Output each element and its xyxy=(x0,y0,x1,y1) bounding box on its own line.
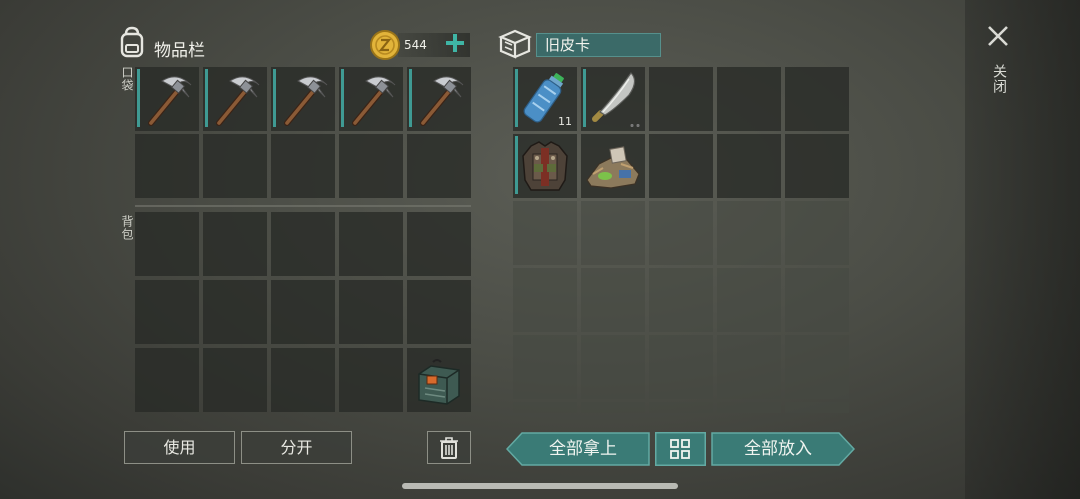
container-slot-locked[interactable] xyxy=(649,335,713,399)
close-icon[interactable] xyxy=(986,24,1010,48)
pocket-slot[interactable] xyxy=(339,134,403,198)
split-button[interactable]: 分开 xyxy=(241,431,352,464)
container-slot-locked[interactable] xyxy=(513,402,577,413)
coin-amount: 544 xyxy=(404,38,427,52)
backpack-slot[interactable] xyxy=(135,348,199,412)
pocket-slot[interactable] xyxy=(203,67,267,131)
right-sidebar xyxy=(965,0,1080,499)
durability-bar xyxy=(341,69,344,127)
trash-icon xyxy=(440,437,458,459)
pocket-slot[interactable] xyxy=(407,134,471,198)
item-quantity: 11 xyxy=(558,115,572,128)
container-name: 旧皮卡 xyxy=(536,33,661,57)
container-slot-locked[interactable] xyxy=(717,402,781,413)
backpack-slot[interactable] xyxy=(407,348,471,412)
crate-icon xyxy=(497,27,533,59)
take-all-button[interactable]: 全部拿上 xyxy=(506,432,650,466)
durability-bar xyxy=(583,69,586,127)
container-slot[interactable] xyxy=(785,134,849,198)
put-all-button[interactable]: 全部放入 xyxy=(711,432,855,466)
backpack-slot[interactable] xyxy=(407,212,471,276)
close-label[interactable]: 关闭 xyxy=(989,64,1009,94)
take-all-label: 全部拿上 xyxy=(549,439,617,459)
container-slot-locked[interactable] xyxy=(649,268,713,332)
pocket-slot[interactable] xyxy=(407,67,471,131)
pocket-slot[interactable] xyxy=(339,67,403,131)
container-slot[interactable] xyxy=(717,67,781,131)
use-button[interactable]: 使用 xyxy=(124,431,235,464)
backpack-label: 背包 xyxy=(120,215,134,241)
container-slot[interactable] xyxy=(513,134,577,198)
container-slot-locked[interactable] xyxy=(581,268,645,332)
container-slot[interactable] xyxy=(717,134,781,198)
backpack-slot[interactable] xyxy=(271,280,335,344)
coin-icon xyxy=(370,30,400,60)
home-indicator[interactable] xyxy=(402,483,678,489)
condition-dots xyxy=(629,124,641,127)
container-slot-locked[interactable] xyxy=(717,335,781,399)
backpack-slot[interactable] xyxy=(271,212,335,276)
backpack-icon xyxy=(117,26,147,58)
backpack-slot[interactable] xyxy=(339,348,403,412)
durability-bar xyxy=(409,69,412,127)
pocket-slot[interactable] xyxy=(271,67,335,131)
container-slot-locked[interactable] xyxy=(785,268,849,332)
backpack-slot[interactable] xyxy=(339,212,403,276)
container-slot-locked[interactable] xyxy=(785,201,849,265)
container-slot[interactable] xyxy=(785,67,849,131)
container-slot-locked[interactable] xyxy=(785,402,849,413)
backpack-slot[interactable] xyxy=(407,280,471,344)
container-slot[interactable] xyxy=(649,67,713,131)
backpack-slot[interactable] xyxy=(135,212,199,276)
trash-button[interactable] xyxy=(427,431,471,464)
pocket-slot[interactable] xyxy=(135,134,199,198)
container-slot[interactable] xyxy=(581,67,645,131)
container-slot-locked[interactable] xyxy=(513,335,577,399)
durability-bar xyxy=(205,69,208,127)
durability-bar xyxy=(137,69,140,127)
backpack-slot[interactable] xyxy=(135,280,199,344)
container-slot-locked[interactable] xyxy=(513,268,577,332)
backpack-slot[interactable] xyxy=(271,348,335,412)
container-slot-locked[interactable] xyxy=(581,402,645,413)
container-slot-locked[interactable] xyxy=(513,201,577,265)
put-all-label: 全部放入 xyxy=(744,439,812,459)
add-coins-button[interactable] xyxy=(444,32,466,56)
container-slot-locked[interactable] xyxy=(649,402,713,413)
container-slot-locked[interactable] xyxy=(717,268,781,332)
durability-bar xyxy=(515,69,518,127)
container-slot-locked[interactable] xyxy=(649,201,713,265)
durability-bar xyxy=(273,69,276,127)
inventory-title: 物品栏 xyxy=(154,41,205,61)
grid-view-button[interactable] xyxy=(655,432,706,466)
container-slot-locked[interactable] xyxy=(581,201,645,265)
container-slot-locked[interactable] xyxy=(581,335,645,399)
backpack-slot[interactable] xyxy=(203,212,267,276)
pocket-slot[interactable] xyxy=(271,134,335,198)
container-slot[interactable] xyxy=(649,134,713,198)
pocket-slot[interactable] xyxy=(203,134,267,198)
backpack-slot[interactable] xyxy=(203,348,267,412)
container-slot[interactable]: 11 xyxy=(513,67,577,131)
container-slot[interactable] xyxy=(581,134,645,198)
pocket-slot[interactable] xyxy=(135,67,199,131)
pocket-label: 口袋 xyxy=(120,66,134,92)
container-slot-locked[interactable] xyxy=(717,201,781,265)
container-slot-locked[interactable] xyxy=(785,335,849,399)
backpack-slot[interactable] xyxy=(203,280,267,344)
section-divider xyxy=(135,205,471,207)
backpack-slot[interactable] xyxy=(339,280,403,344)
durability-bar xyxy=(515,136,518,194)
